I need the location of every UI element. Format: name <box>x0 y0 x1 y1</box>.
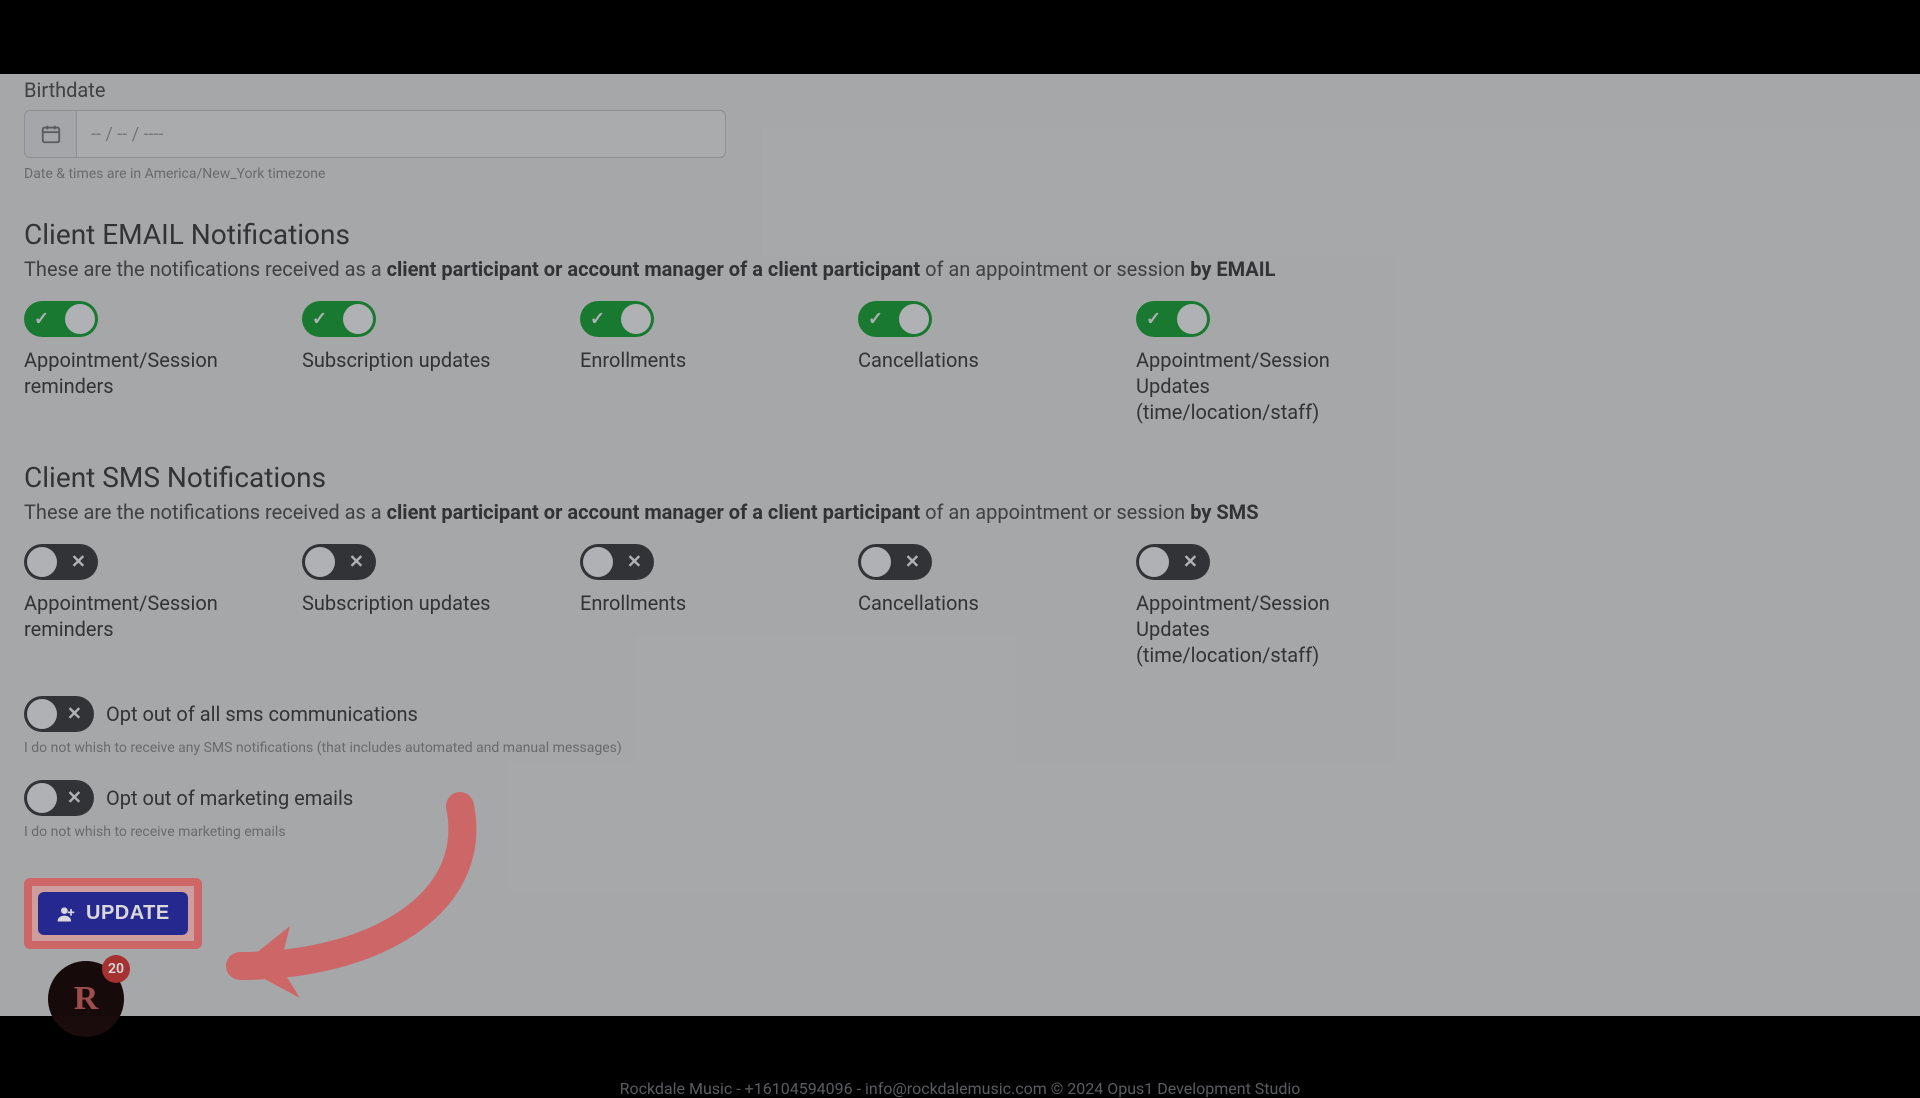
opt-out-marketing-toggle[interactable]: ✕ <box>24 780 94 816</box>
toggle-col: ✓ Cancellations <box>858 301 1136 425</box>
desc-bold: by SMS <box>1190 500 1258 524</box>
update-button-label: UPDATE <box>86 902 170 925</box>
opt-out-sms-row: ✕ Opt out of all sms communications <box>24 696 1896 732</box>
birthdate-label: Birthdate <box>24 78 1896 102</box>
toggle-knob <box>583 547 613 577</box>
opt-out-sms-label: Opt out of all sms communications <box>106 702 418 726</box>
desc-text: of an appointment or session <box>920 500 1190 524</box>
person-plus-icon <box>56 904 76 924</box>
sms-toggle-row: ✕ Appointment/Session reminders ✕ Subscript… <box>24 544 1896 668</box>
opt-out-sms-note: I do not whish to receive any SMS notifi… <box>24 740 1896 756</box>
update-button[interactable]: UPDATE <box>38 892 188 935</box>
toggle-col: ✓ Appointment/Session reminders <box>24 301 302 425</box>
toggle-knob <box>305 547 335 577</box>
settings-panel: Birthdate -- / -- / ---- Date & times ar… <box>0 74 1920 1016</box>
notification-toggle[interactable]: ✓ <box>858 301 932 337</box>
annotation-arrow <box>180 786 500 1006</box>
toggle-knob <box>899 304 929 334</box>
footer-phone: +16104594096 <box>745 1079 853 1098</box>
toggle-label: Cancellations <box>858 347 1118 373</box>
opt-out-sms-toggle[interactable]: ✕ <box>24 696 94 732</box>
toggle-knob <box>861 547 891 577</box>
desc-bold: client participant or account manager of… <box>387 257 921 281</box>
notification-toggle[interactable]: ✕ <box>858 544 932 580</box>
toggle-col: ✓ Appointment/Session Updates (time/locat… <box>1136 301 1414 425</box>
desc-bold: by EMAIL <box>1190 257 1275 281</box>
birthdate-placeholder: -- / -- / ---- <box>91 124 164 145</box>
cross-icon: ✕ <box>1183 552 1198 573</box>
cross-icon: ✕ <box>67 788 82 809</box>
footer-sep: - <box>732 1079 744 1098</box>
toggle-label: Enrollments <box>580 590 840 616</box>
email-section-title: Client EMAIL Notifications <box>24 218 1896 251</box>
check-icon: ✓ <box>1146 309 1161 330</box>
notification-toggle[interactable]: ✕ <box>302 544 376 580</box>
desc-bold: client participant or account manager of… <box>387 500 921 524</box>
footer: Rockdale Music - +16104594096 - info@roc… <box>24 1079 1896 1098</box>
toggle-col: ✕ Subscription updates <box>302 544 580 668</box>
toggle-label: Appointment/Session reminders <box>24 590 284 642</box>
email-toggle-row: ✓ Appointment/Session reminders ✓ Subscript… <box>24 301 1896 425</box>
notification-toggle[interactable]: ✕ <box>580 544 654 580</box>
birthdate-input[interactable]: -- / -- / ---- <box>76 110 726 158</box>
check-icon: ✓ <box>312 309 327 330</box>
toggle-col: ✕ Appointment/Session reminders <box>24 544 302 668</box>
avatar-wrap: R 20 <box>48 961 124 1037</box>
toggle-label: Subscription updates <box>302 590 562 616</box>
toggle-label: Appointment/Session reminders <box>24 347 284 399</box>
toggle-knob <box>27 783 57 813</box>
notification-toggle[interactable]: ✕ <box>1136 544 1210 580</box>
sms-section-desc: These are the notifications received as … <box>24 500 1896 524</box>
footer-org: Rockdale Music <box>620 1079 733 1098</box>
toggle-col: ✕ Enrollments <box>580 544 858 668</box>
toggle-label: Cancellations <box>858 590 1118 616</box>
footer-copyright: © 2024 Opus1 Development Studio <box>1047 1079 1301 1098</box>
toggle-col: ✓ Subscription updates <box>302 301 580 425</box>
toggle-knob <box>27 699 57 729</box>
toggle-knob <box>1177 304 1207 334</box>
cross-icon: ✕ <box>627 552 642 573</box>
check-icon: ✓ <box>590 309 605 330</box>
notification-toggle[interactable]: ✓ <box>580 301 654 337</box>
toggle-col: ✕ Cancellations <box>858 544 1136 668</box>
notification-toggle[interactable]: ✓ <box>24 301 98 337</box>
opt-out-marketing-note: I do not whish to receive marketing emai… <box>24 824 1896 840</box>
toggle-knob <box>1139 547 1169 577</box>
footer-email: info@rockdalemusic.com <box>865 1079 1047 1098</box>
avatar-badge: 20 <box>102 955 130 983</box>
cross-icon: ✕ <box>71 552 86 573</box>
desc-text: These are the notifications received as … <box>24 257 387 281</box>
notification-toggle[interactable]: ✓ <box>302 301 376 337</box>
timezone-note: Date & times are in America/New_York tim… <box>24 166 1896 182</box>
check-icon: ✓ <box>868 309 883 330</box>
calendar-icon[interactable] <box>24 110 76 158</box>
notification-toggle[interactable]: ✕ <box>24 544 98 580</box>
avatar-initial: R <box>74 980 99 1018</box>
opt-out-marketing-label: Opt out of marketing emails <box>106 786 353 810</box>
cross-icon: ✕ <box>349 552 364 573</box>
birthdate-field: -- / -- / ---- <box>24 110 1896 158</box>
toggle-col: ✕ Appointment/Session Updates (time/locat… <box>1136 544 1414 668</box>
desc-text: of an appointment or session <box>920 257 1190 281</box>
cross-icon: ✕ <box>905 552 920 573</box>
email-section-desc: These are the notifications received as … <box>24 257 1896 281</box>
notification-toggle[interactable]: ✓ <box>1136 301 1210 337</box>
toggle-label: Appointment/Session Updates (time/locati… <box>1136 590 1396 668</box>
check-icon: ✓ <box>34 309 49 330</box>
toggle-knob <box>27 547 57 577</box>
toggle-col: ✓ Enrollments <box>580 301 858 425</box>
toggle-label: Appointment/Session Updates (time/locati… <box>1136 347 1396 425</box>
toggle-label: Subscription updates <box>302 347 562 373</box>
toggle-knob <box>65 304 95 334</box>
cross-icon: ✕ <box>67 704 82 725</box>
sms-section-title: Client SMS Notifications <box>24 461 1896 494</box>
toggle-label: Enrollments <box>580 347 840 373</box>
desc-text: These are the notifications received as … <box>24 500 387 524</box>
toggle-knob <box>621 304 651 334</box>
opt-out-marketing-row: ✕ Opt out of marketing emails <box>24 780 1896 816</box>
footer-sep: - <box>853 1079 865 1098</box>
toggle-knob <box>343 304 373 334</box>
update-highlight-box: UPDATE <box>24 878 202 949</box>
